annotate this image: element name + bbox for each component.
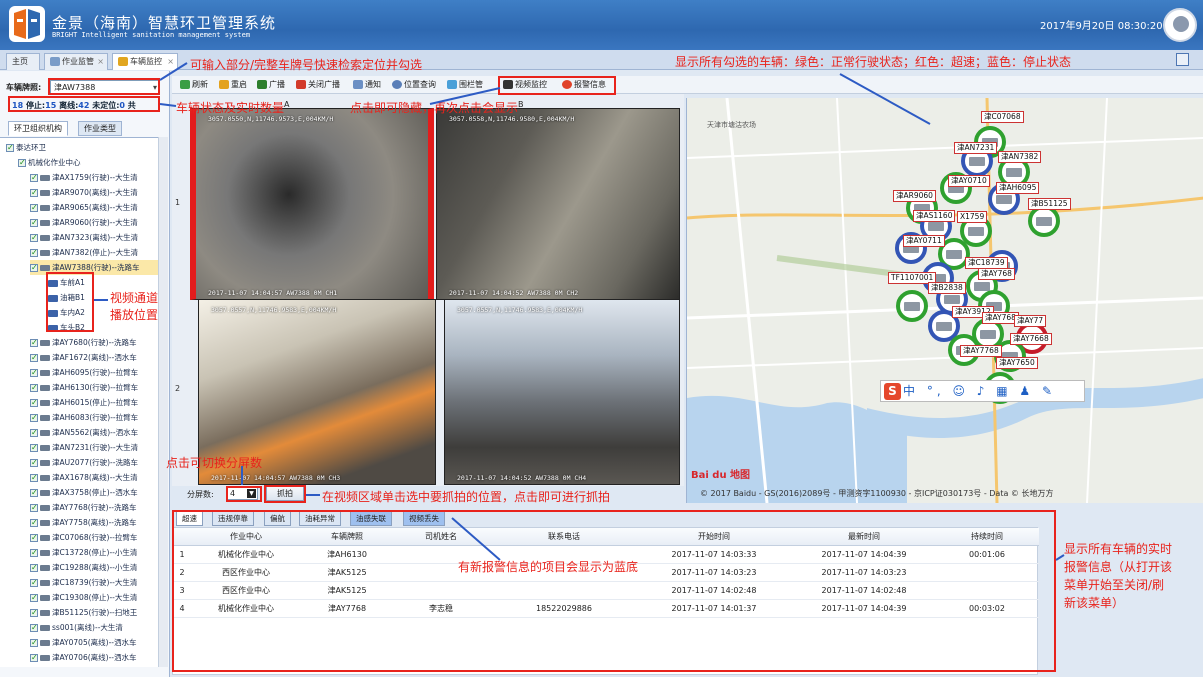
arrow-status bbox=[159, 103, 177, 107]
annotation-arrows bbox=[94, 62, 1065, 561]
arrow-search bbox=[159, 62, 188, 81]
arrow-new-alarm bbox=[451, 517, 501, 561]
arrow-realtime bbox=[1055, 554, 1065, 561]
arrow-toolbar bbox=[429, 87, 501, 105]
arrow-map bbox=[839, 73, 931, 125]
